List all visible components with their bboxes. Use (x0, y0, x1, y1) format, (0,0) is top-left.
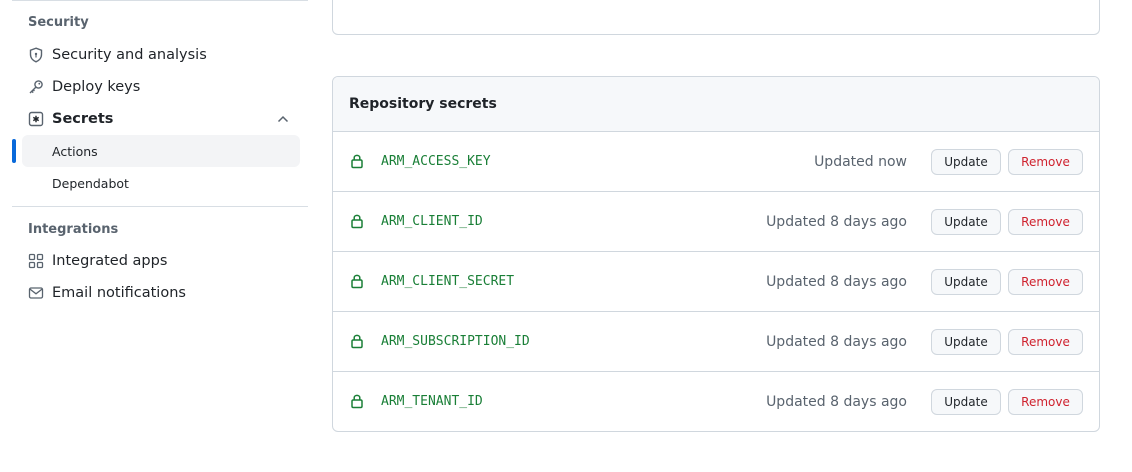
secret-updated-time: Updated 8 days ago (766, 333, 907, 350)
update-button[interactable]: Update (931, 208, 1001, 235)
repository-secrets-title: Repository secrets (349, 96, 497, 112)
lock-icon (351, 394, 363, 409)
sidebar-item-label: Deploy keys (52, 79, 141, 95)
sidebar-item-security-and-analysis[interactable]: Security and analysis (12, 39, 300, 71)
secret-updated-time: Updated 8 days ago (766, 213, 907, 230)
apps-grid-icon (28, 253, 44, 269)
remove-button[interactable]: Remove (1008, 328, 1083, 355)
asterisk-box-icon (28, 111, 44, 127)
sidebar-item-label: Secrets (52, 111, 114, 127)
remove-button[interactable]: Remove (1008, 148, 1083, 175)
repository-secrets-box: Repository secrets ARM_ACCESS_KEY Update… (332, 76, 1100, 432)
lock-icon (351, 214, 363, 229)
sidebar-item-actions[interactable]: Actions (22, 135, 300, 167)
sidebar-heading-integrations: Integrations (28, 222, 119, 237)
update-button[interactable]: Update (931, 328, 1001, 355)
secret-updated-time: Updated 8 days ago (766, 273, 907, 290)
secret-name: ARM_ACCESS_KEY (381, 154, 491, 169)
secret-name: ARM_SUBSCRIPTION_ID (381, 334, 530, 349)
sidebar-item-secrets[interactable]: Secrets (12, 103, 300, 135)
secret-row: ARM_CLIENT_SECRET Updated 8 days ago Upd… (333, 252, 1099, 312)
secret-row: ARM_SUBSCRIPTION_ID Updated 8 days ago U… (333, 312, 1099, 372)
update-button[interactable]: Update (931, 388, 1001, 415)
sidebar-divider (12, 206, 308, 207)
sidebar-item-label: Dependabot (52, 175, 129, 191)
update-button[interactable]: Update (931, 148, 1001, 175)
sidebar-item-deploy-keys[interactable]: Deploy keys (12, 71, 300, 103)
mail-icon (28, 285, 44, 301)
key-icon (28, 79, 44, 95)
secret-updated-time: Updated 8 days ago (766, 393, 907, 410)
secret-row: ARM_ACCESS_KEY Updated now Update Remove (333, 132, 1099, 192)
sidebar-item-label: Security and analysis (52, 47, 207, 63)
chevron-up-icon[interactable] (276, 112, 290, 126)
remove-button[interactable]: Remove (1008, 208, 1083, 235)
sidebar-top-divider (12, 0, 308, 1)
secret-updated-time: Updated now (814, 153, 907, 170)
remove-button[interactable]: Remove (1008, 388, 1083, 415)
secret-name: ARM_TENANT_ID (381, 394, 483, 409)
repository-secrets-header: Repository secrets (333, 77, 1099, 132)
remove-button[interactable]: Remove (1008, 268, 1083, 295)
secret-name: ARM_CLIENT_SECRET (381, 274, 515, 289)
sidebar-item-label: Actions (52, 143, 98, 159)
sidebar-item-integrated-apps[interactable]: Integrated apps (12, 245, 300, 277)
active-indicator (12, 139, 16, 163)
secret-row: ARM_TENANT_ID Updated 8 days ago Update … (333, 372, 1099, 431)
sidebar-heading-security: Security (28, 15, 89, 30)
secret-name: ARM_CLIENT_ID (381, 214, 483, 229)
sidebar-item-email-notifications[interactable]: Email notifications (12, 277, 300, 309)
shield-icon (28, 47, 44, 63)
secret-row: ARM_CLIENT_ID Updated 8 days ago Update … (333, 192, 1099, 252)
lock-icon (351, 274, 363, 289)
sidebar-item-label: Integrated apps (52, 253, 168, 269)
lock-icon (351, 154, 363, 169)
lock-icon (351, 334, 363, 349)
update-button[interactable]: Update (931, 268, 1001, 295)
sidebar-item-label: Email notifications (52, 285, 186, 301)
previous-section-box (332, 0, 1100, 35)
sidebar-item-dependabot[interactable]: Dependabot (22, 167, 300, 199)
